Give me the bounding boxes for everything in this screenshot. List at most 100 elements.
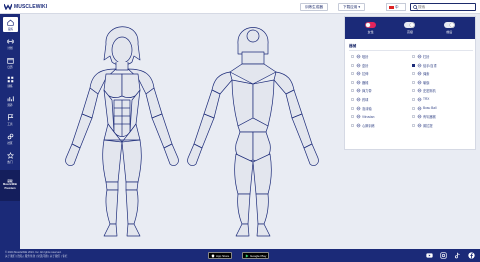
equipment-checkbox[interactable] [412, 55, 415, 58]
kettlebell-icon [356, 63, 360, 67]
equipment-label: 壶铃 [362, 63, 369, 68]
language-select[interactable]: 中 [386, 3, 406, 11]
google-play-button[interactable]: Google Play [242, 252, 270, 259]
tiktok-icon[interactable] [454, 252, 461, 259]
instagram-icon[interactable] [440, 252, 447, 259]
equipment-checkbox[interactable] [351, 72, 354, 76]
front-figure[interactable] [65, 26, 179, 237]
back-figure[interactable] [187, 27, 319, 237]
equipment-label: 药球 [362, 97, 369, 102]
equipment-item-10[interactable]: 药球 [351, 97, 412, 102]
equipment-checkbox[interactable] [412, 115, 415, 119]
sidebar-item-popular[interactable]: 热门 [0, 150, 20, 165]
equipment-checkbox[interactable] [351, 123, 354, 127]
equipment-item-14[interactable]: Vitruvian [351, 114, 412, 119]
equipment-checkbox[interactable] [412, 72, 415, 76]
equipment-item-16[interactable]: 心肺训练 [351, 123, 412, 128]
equipment-checkbox[interactable] [351, 97, 354, 101]
logo-mark-icon [4, 3, 12, 10]
equipment-item-8[interactable]: 弹力带 [351, 88, 412, 93]
equipment-label: 心肺训练 [362, 123, 375, 128]
sidebar-item-tools[interactable]: 工具 [0, 112, 20, 127]
equipment-item-15[interactable]: 有氧器械 [412, 114, 473, 119]
toggle-female[interactable]: 女性 [365, 22, 377, 34]
footer-links[interactable]: 关于我们 | 隐私 | 服务条款 | 常见问题 | 关于我们 | 专栏 [5, 255, 67, 259]
equipment-heading: 器械 [349, 44, 357, 48]
equipment-label: Vitruvian [362, 114, 375, 119]
footer-text: © 2024 MuscleWiki 2024. Inc. All rights … [5, 251, 67, 258]
front-right-quad [121, 139, 142, 183]
equipment-checkbox[interactable] [412, 80, 415, 84]
equipment-checkbox[interactable] [412, 106, 415, 110]
equipment-item-12[interactable]: 泡沫轴 [351, 106, 412, 111]
equipment-item-4[interactable]: 拉伸 [351, 71, 412, 76]
equipment-item-1[interactable]: 杠铃 [412, 54, 473, 59]
body-diagram [65, 26, 319, 237]
app-store-button[interactable]: App Store [208, 252, 233, 259]
equipment-item-0[interactable]: 哑铃 [351, 54, 412, 59]
toggle-front-back[interactable]: 前后 [443, 22, 455, 34]
equipment-label: 绳索 [423, 72, 430, 77]
equipment-item-17[interactable]: 普拉提 [412, 123, 473, 128]
download-app-button[interactable]: 下载应用 ▾ [338, 3, 366, 11]
equipment-label: Bosu Ball [423, 106, 437, 111]
sidebar-item-community[interactable]: 社区 [0, 131, 20, 146]
equipment-checkbox[interactable] [412, 89, 415, 93]
search-input[interactable] [418, 5, 473, 9]
facebook-icon[interactable] [468, 252, 475, 259]
logo[interactable]: MUSCLEWIKI [4, 3, 47, 10]
toggle-advanced[interactable]: 高级 [404, 22, 416, 34]
equipment-item-13[interactable]: Bosu Ball [412, 106, 473, 111]
equipment-checkbox[interactable] [351, 106, 354, 110]
sidebar: 锻炼 计划 日历 训练 营养 工具 社区 热门 获取 MuscleWiki Pr… [0, 14, 20, 249]
equipment-checkbox[interactable] [351, 80, 354, 84]
smith-icon [417, 89, 421, 93]
trx-icon [417, 97, 421, 102]
sidebar-item-training[interactable]: 训练 [0, 74, 20, 89]
premium-promo[interactable]: 获取 MuscleWiki Premium [0, 170, 20, 201]
equipment-checkbox[interactable] [351, 89, 354, 93]
footer: © 2024 MuscleWiki 2024. Inc. All rights … [0, 249, 480, 262]
china-flag-icon [389, 5, 394, 9]
equipment-label: TRX [423, 97, 430, 102]
equipment-checkbox[interactable] [351, 55, 354, 58]
equipment-item-2[interactable]: 壶铃 [351, 63, 412, 68]
ball-icon [356, 97, 360, 102]
apple-icon [211, 254, 215, 257]
cardio-icon [417, 114, 421, 119]
body-icon [417, 63, 421, 67]
equipment-checkbox[interactable] [351, 115, 354, 119]
equipment-checkbox[interactable] [351, 63, 354, 67]
front-left-quad [102, 139, 123, 183]
equipment-item-9[interactable]: 史密斯机 [412, 88, 473, 93]
equipment-item-7[interactable]: 瑜伽 [412, 80, 473, 85]
equipment-item-6[interactable]: 器械 [351, 80, 412, 85]
toggle-bar: 女性 高级 前后 [345, 17, 475, 39]
equipment-checkbox[interactable] [412, 123, 415, 127]
female-switch[interactable] [365, 22, 377, 29]
equipment-label: 普拉提 [423, 123, 433, 128]
sidebar-item-exercises[interactable]: 锻炼 [3, 17, 18, 32]
sidebar-item-nutrition[interactable]: 营养 [0, 93, 20, 108]
advanced-switch[interactable] [404, 22, 416, 29]
equipment-checkbox[interactable] [412, 97, 415, 101]
sidebar-item-calendar[interactable]: 日历 [0, 55, 20, 70]
front-back-switch[interactable] [443, 22, 455, 29]
bosu-icon [417, 106, 421, 110]
play-icon [245, 253, 249, 258]
link-icon [7, 133, 13, 139]
equipment-item-5[interactable]: 绳索 [412, 71, 473, 76]
roller-icon [356, 106, 360, 110]
top-bar: MUSCLEWIKI 训练生成器 下载应用 ▾ 中 [0, 0, 480, 14]
youtube-icon[interactable] [426, 252, 433, 259]
equipment-checkbox[interactable] [412, 63, 415, 67]
equipment-item-11[interactable]: TRX [412, 97, 473, 102]
front-right-calf [125, 189, 139, 225]
equipment-label: 瑜伽 [423, 80, 430, 85]
workout-generator-button[interactable]: 训练生成器 [300, 3, 328, 11]
sidebar-item-plans[interactable]: 计划 [0, 36, 20, 51]
equipment-item-3[interactable]: 徒手/自重 [412, 63, 473, 68]
heart-icon [356, 123, 360, 128]
search-box[interactable] [410, 3, 476, 11]
flag-icon [7, 113, 13, 120]
